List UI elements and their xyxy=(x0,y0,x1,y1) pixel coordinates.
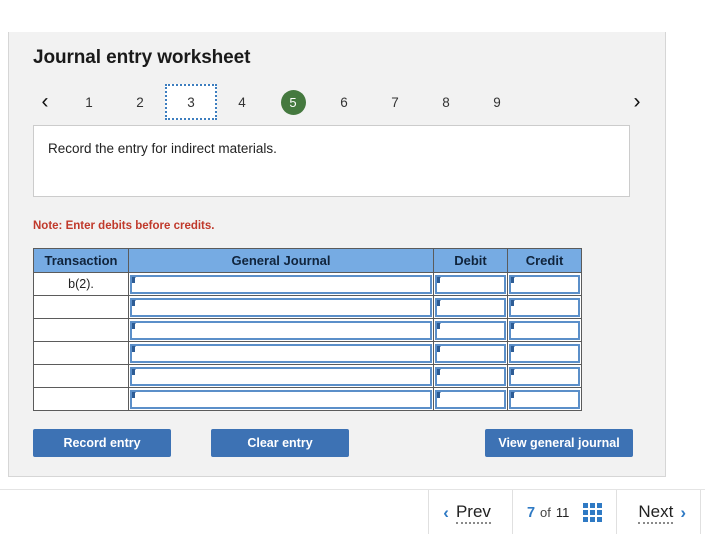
next-page-button[interactable]: Next › xyxy=(616,490,701,534)
debit-cell xyxy=(433,318,508,342)
total-pages-number: 11 xyxy=(555,505,570,520)
step-item-2[interactable]: 2 xyxy=(114,84,166,120)
debit-cell xyxy=(433,364,508,388)
table-row xyxy=(33,341,582,365)
clear-entry-button[interactable]: Clear entry xyxy=(211,429,349,457)
page-indicator: 7 of 11 xyxy=(511,490,616,534)
debits-before-credits-note: Note: Enter debits before credits. xyxy=(33,220,215,232)
step-label: 9 xyxy=(493,94,501,110)
of-label: of xyxy=(540,505,551,520)
prev-page-button[interactable]: ‹ Prev xyxy=(428,490,512,534)
step-next-arrow-icon[interactable]: › xyxy=(623,84,651,120)
worksheet-page: Journal entry worksheet ‹ 1 2 3 4 5 6 7 xyxy=(0,0,705,534)
credit-cell xyxy=(507,387,582,411)
table-header-row: Transaction General Journal Debit Credit xyxy=(33,248,582,273)
debit-cell xyxy=(433,387,508,411)
record-entry-button[interactable]: Record entry xyxy=(33,429,171,457)
general-journal-input[interactable] xyxy=(130,320,432,340)
step-item-7[interactable]: 7 xyxy=(369,84,421,120)
table-row xyxy=(33,295,582,319)
journal-entry-card: Journal entry worksheet ‹ 1 2 3 4 5 6 7 xyxy=(8,32,666,477)
step-item-1[interactable]: 1 xyxy=(63,84,115,120)
credit-input[interactable] xyxy=(509,320,580,340)
credit-cell xyxy=(507,295,582,319)
general-journal-input[interactable] xyxy=(130,343,432,363)
credit-cell xyxy=(507,318,582,342)
view-general-journal-button[interactable]: View general journal xyxy=(485,429,633,457)
table-row xyxy=(33,387,582,411)
bottom-navigation-bar: ‹ Prev 7 of 11 Next › xyxy=(0,489,705,534)
debit-input[interactable] xyxy=(435,320,506,340)
transaction-cell xyxy=(33,387,129,411)
debit-input[interactable] xyxy=(435,297,506,317)
transaction-cell: b(2). xyxy=(33,272,129,296)
credit-input[interactable] xyxy=(509,389,580,409)
step-item-8[interactable]: 8 xyxy=(420,84,472,120)
transaction-cell xyxy=(33,341,129,365)
general-journal-cell xyxy=(128,364,434,388)
column-header-general-journal: General Journal xyxy=(128,248,434,273)
general-journal-cell xyxy=(128,341,434,365)
debit-cell xyxy=(433,295,508,319)
transaction-cell xyxy=(33,318,129,342)
general-journal-cell xyxy=(128,295,434,319)
step-label: 6 xyxy=(340,94,348,110)
general-journal-input[interactable] xyxy=(130,274,432,294)
general-journal-cell xyxy=(128,318,434,342)
step-label: 5 xyxy=(280,89,306,115)
credit-cell xyxy=(507,364,582,388)
step-label: 3 xyxy=(187,94,195,110)
debit-input[interactable] xyxy=(435,389,506,409)
step-pager: ‹ 1 2 3 4 5 6 7 8 9 › xyxy=(25,84,651,120)
step-label: 8 xyxy=(442,94,450,110)
next-label: Next xyxy=(638,502,674,524)
transaction-cell xyxy=(33,295,129,319)
credit-input[interactable] xyxy=(509,274,580,294)
table-row xyxy=(33,364,582,388)
debit-input[interactable] xyxy=(435,366,506,386)
bottom-nav-group: ‹ Prev 7 of 11 Next › xyxy=(428,490,701,534)
step-prev-arrow-icon[interactable]: ‹ xyxy=(31,84,59,120)
step-label: 2 xyxy=(136,94,144,110)
step-label: 7 xyxy=(391,94,399,110)
general-journal-input[interactable] xyxy=(130,297,432,317)
credit-input[interactable] xyxy=(509,366,580,386)
general-journal-cell xyxy=(128,387,434,411)
general-journal-input[interactable] xyxy=(130,389,432,409)
step-item-5[interactable]: 5 xyxy=(267,84,319,120)
prev-label: Prev xyxy=(455,502,491,524)
credit-input[interactable] xyxy=(509,343,580,363)
current-page-number: 7 xyxy=(526,504,536,521)
step-item-9[interactable]: 9 xyxy=(471,84,523,120)
page-title: Journal entry worksheet xyxy=(33,47,251,68)
instruction-box: Record the entry for indirect materials. xyxy=(33,125,630,197)
step-item-6[interactable]: 6 xyxy=(318,84,370,120)
step-item-4[interactable]: 4 xyxy=(216,84,268,120)
general-journal-input[interactable] xyxy=(130,366,432,386)
debit-cell xyxy=(433,341,508,365)
step-label: 4 xyxy=(238,94,246,110)
chevron-right-icon: › xyxy=(680,502,686,522)
debit-input[interactable] xyxy=(435,274,506,294)
credit-input[interactable] xyxy=(509,297,580,317)
grid-view-icon[interactable] xyxy=(583,503,603,522)
general-journal-cell xyxy=(128,272,434,296)
table-row: b(2). xyxy=(33,272,582,296)
step-item-3[interactable]: 3 xyxy=(165,84,217,120)
transaction-cell xyxy=(33,364,129,388)
debit-input[interactable] xyxy=(435,343,506,363)
column-header-credit: Credit xyxy=(507,248,582,273)
instruction-text: Record the entry for indirect materials. xyxy=(48,141,277,156)
chevron-left-icon: ‹ xyxy=(443,502,449,522)
credit-cell xyxy=(507,272,582,296)
credit-cell xyxy=(507,341,582,365)
debit-cell xyxy=(433,272,508,296)
column-header-debit: Debit xyxy=(433,248,508,273)
step-label: 1 xyxy=(85,94,93,110)
table-row xyxy=(33,318,582,342)
column-header-transaction: Transaction xyxy=(33,248,129,273)
journal-entry-table: Transaction General Journal Debit Credit… xyxy=(33,248,582,411)
